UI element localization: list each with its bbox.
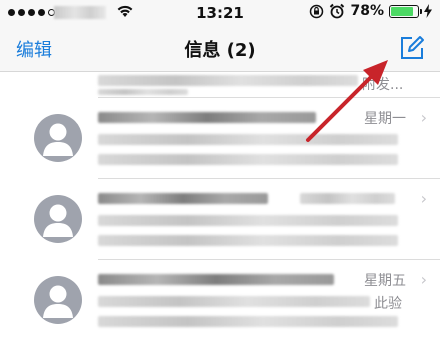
contact-avatar [34, 195, 82, 243]
message-preview-blurred [98, 316, 398, 327]
battery-percent: 78% [350, 3, 384, 19]
contact-avatar [34, 114, 82, 162]
message-date: 星期一 [364, 111, 406, 127]
sender-name-blurred [98, 193, 268, 204]
charging-bolt-icon [424, 4, 432, 18]
battery-icon [389, 4, 422, 18]
message-preview-blurred [98, 235, 398, 246]
conversation-list[interactable]: 附发... 星期一 › › 星期五 › 此验 [0, 72, 440, 349]
message-date: 星期五 [364, 273, 406, 289]
person-silhouette-icon [43, 204, 73, 237]
compose-icon[interactable] [398, 34, 426, 62]
conversation-row[interactable]: › [0, 179, 440, 260]
chevron-right-icon: › [420, 270, 427, 289]
chevron-right-icon: › [420, 189, 427, 208]
message-snippet: 附发... [362, 77, 404, 93]
sender-name-blurred [98, 274, 334, 285]
conversation-row[interactable]: 星期五 › 此验 [0, 260, 440, 349]
orientation-lock-icon [310, 4, 324, 18]
chevron-right-icon: › [420, 108, 427, 127]
conversation-row[interactable]: 星期一 › [0, 98, 440, 179]
conversation-row[interactable]: 附发... [0, 72, 440, 98]
alarm-icon [330, 3, 345, 19]
message-preview-blurred [98, 134, 398, 145]
page-title: 信息 (2) [184, 40, 256, 61]
person-silhouette-icon [43, 285, 73, 318]
navigation-bar: 编辑 信息 (2) [0, 26, 440, 72]
message-preview-blurred [98, 296, 370, 307]
message-date-blurred [300, 193, 395, 204]
status-bar: 13:21 78% [0, 0, 440, 26]
message-preview-blurred [98, 215, 398, 226]
message-preview-blurred [98, 89, 188, 95]
message-preview-blurred [98, 154, 398, 165]
message-preview-blurred [98, 75, 358, 86]
person-silhouette-icon [43, 123, 73, 156]
message-snippet: 此验 [374, 296, 402, 312]
contact-avatar [34, 276, 82, 324]
sender-name-blurred [98, 112, 316, 123]
